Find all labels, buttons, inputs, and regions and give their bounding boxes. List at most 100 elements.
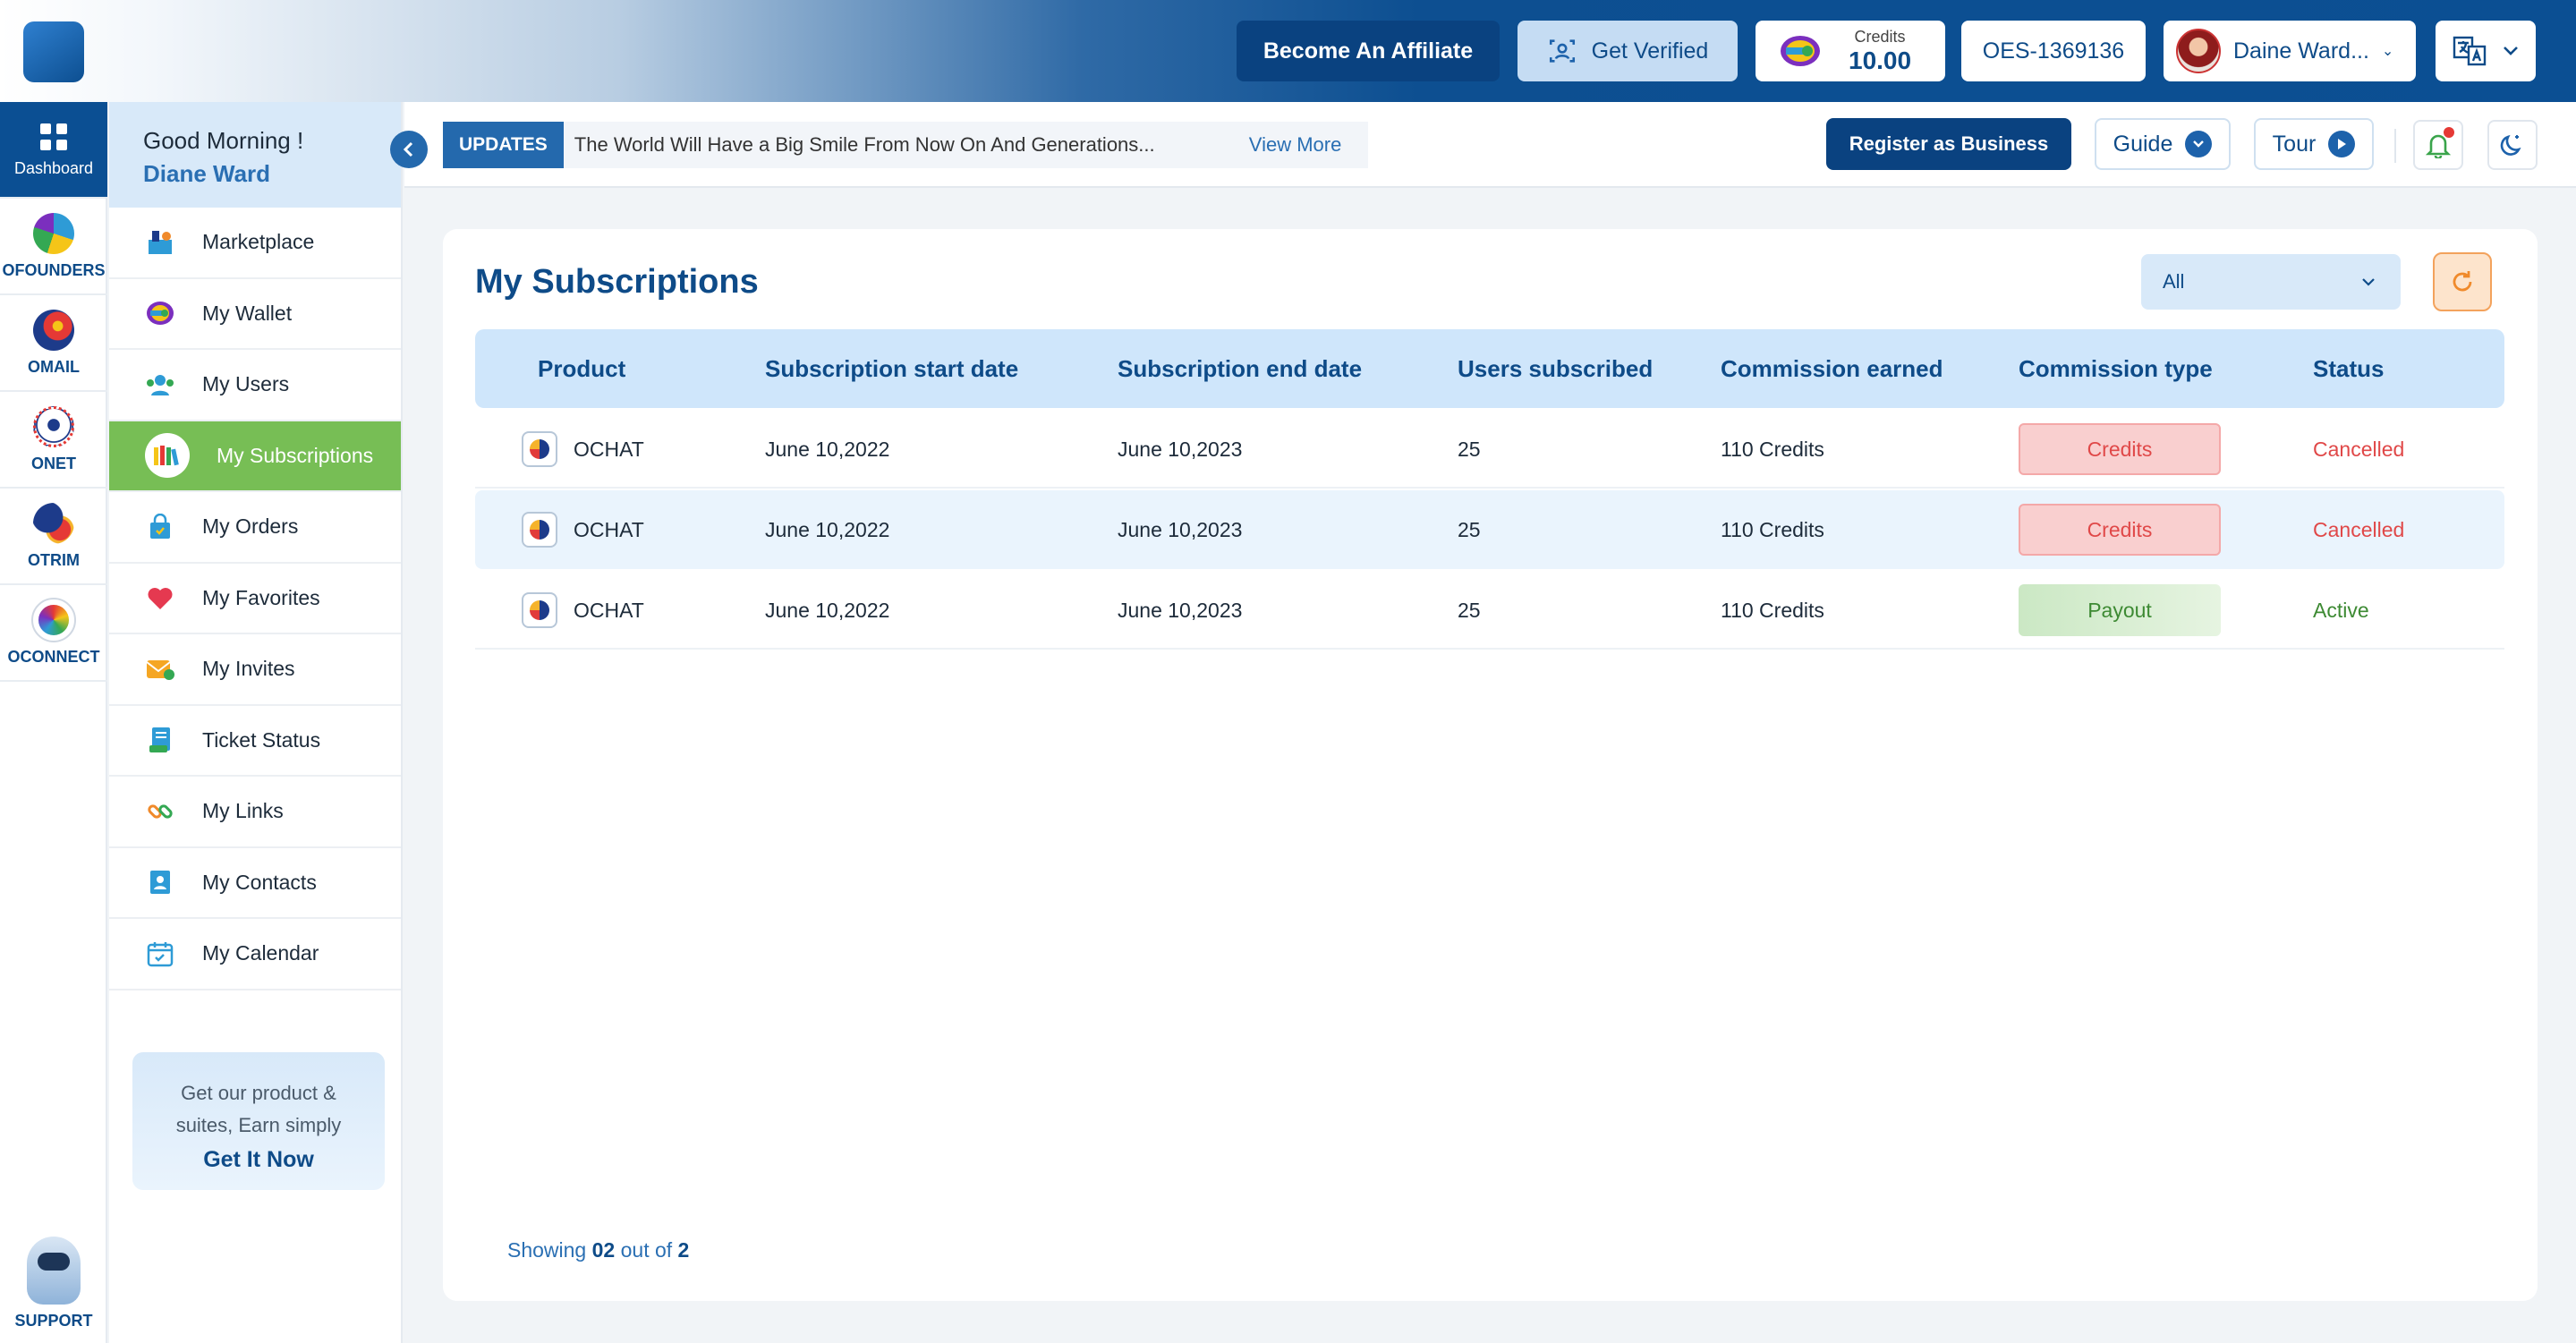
rail-item-onet[interactable]: ONET	[0, 392, 107, 489]
rail-item-oconnect[interactable]: OCONNECT	[0, 585, 107, 682]
sub-header: UPDATES The World Will Have a Big Smile …	[404, 102, 2576, 188]
refresh-button[interactable]	[2433, 252, 2492, 311]
play-icon	[2328, 131, 2356, 157]
sidebar-item-subscriptions[interactable]: My Subscriptions	[109, 421, 401, 492]
verify-user-icon	[1549, 39, 1575, 63]
sidebar-item-label: My Calendar	[202, 941, 319, 965]
get-it-now-link[interactable]: Get It Now	[132, 1147, 385, 1173]
get-verified-button[interactable]: Get Verified	[1518, 21, 1738, 81]
invites-icon	[145, 654, 175, 684]
commission-earned: 110 Credits	[1721, 437, 1824, 461]
showing-mid: out of	[620, 1238, 673, 1262]
sidebar-item-label: My Wallet	[202, 301, 293, 325]
user-menu[interactable]: Daine Ward... ⌄	[2164, 21, 2416, 81]
start-date: June 10,2022	[765, 437, 890, 461]
wallet-icon	[145, 298, 175, 328]
commission-type-badge: Payout	[2019, 584, 2221, 636]
divider	[2394, 129, 2396, 163]
sidebar-item-contacts[interactable]: My Contacts	[109, 848, 401, 919]
sidebar-item-links[interactable]: My Links	[109, 777, 401, 848]
column-header[interactable]: Status	[2313, 329, 2384, 408]
chevron-left-icon	[403, 141, 413, 157]
column-header[interactable]: Subscription start date	[765, 329, 1018, 408]
sidebar-item-label: My Links	[202, 799, 284, 823]
table-row[interactable]: OCHAT June 10,2022 June 10,2023 25 110 C…	[475, 490, 2504, 569]
sidebar-item-users[interactable]: My Users	[109, 350, 401, 421]
sidebar-item-label: My Invites	[202, 657, 295, 681]
register-business-button[interactable]: Register as Business	[1826, 118, 2071, 170]
sidebar-item-label: Marketplace	[202, 230, 315, 254]
contacts-icon	[145, 867, 175, 897]
heart-icon	[145, 582, 175, 613]
sidebar-item-marketplace[interactable]: Marketplace	[109, 208, 401, 279]
promo-card: Get our product & suites, Earn simply Ge…	[132, 1052, 385, 1190]
tour-button[interactable]: Tour	[2254, 118, 2374, 170]
ticket-icon	[145, 725, 175, 755]
rail-label: OCONNECT	[7, 647, 100, 666]
credits-label: Credits	[1854, 27, 1906, 46]
rail-item-dashboard[interactable]: Dashboard	[0, 102, 107, 199]
rail-item-otrim[interactable]: OTRIM	[0, 489, 107, 585]
collapse-sidebar-button[interactable]	[390, 131, 428, 168]
marketplace-icon	[145, 227, 175, 258]
grid-icon	[40, 123, 67, 150]
user-name: Daine Ward...	[2233, 38, 2369, 64]
commission-earned: 110 Credits	[1721, 598, 1824, 622]
rail-label: OMAIL	[28, 357, 80, 376]
status-badge: Cancelled	[2313, 517, 2405, 541]
theme-toggle-button[interactable]	[2487, 120, 2538, 170]
greeting-panel: Good Morning ! Diane Ward	[109, 102, 401, 208]
app-logo[interactable]	[23, 21, 84, 82]
rail-item-omail[interactable]: OMAIL	[0, 295, 107, 392]
guide-button[interactable]: Guide	[2095, 118, 2231, 170]
rail-label: Dashboard	[13, 158, 94, 177]
ochat-icon	[522, 431, 557, 467]
sidebar-item-favorites[interactable]: My Favorites	[109, 564, 401, 634]
tour-label: Tour	[2272, 131, 2317, 157]
showing-count: 02	[591, 1238, 616, 1262]
support-button[interactable]: SUPPORT	[0, 1237, 107, 1330]
chevron-down-icon	[2185, 131, 2213, 157]
table-row[interactable]: OCHAT June 10,2022 June 10,2023 25 110 C…	[475, 410, 2504, 489]
column-header[interactable]: Commission type	[2019, 329, 2213, 408]
commission-type: Credits	[2019, 490, 2221, 569]
notifications-button[interactable]	[2413, 120, 2463, 170]
sidebar-item-orders[interactable]: My Orders	[109, 492, 401, 564]
status-filter-select[interactable]: All	[2141, 254, 2401, 310]
sidebar-item-ticket-status[interactable]: Ticket Status	[109, 706, 401, 777]
showing-total: 2	[677, 1238, 690, 1262]
sidebar-item-invites[interactable]: My Invites	[109, 634, 401, 706]
translate-icon	[2453, 36, 2487, 66]
commission-type: Credits	[2019, 410, 2221, 489]
avatar	[2176, 29, 2221, 73]
end-date: June 10,2023	[1118, 517, 1243, 541]
start-date: June 10,2022	[765, 517, 890, 541]
column-header[interactable]: Product	[538, 329, 625, 408]
refresh-icon	[2453, 271, 2472, 292]
product-cell: OCHAT	[522, 410, 644, 489]
commission-type: Payout	[2019, 571, 2221, 650]
rail-item-ofounders[interactable]: OFOUNDERS	[0, 199, 107, 295]
column-header[interactable]: Subscription end date	[1118, 329, 1362, 408]
view-more-link[interactable]: View More	[1249, 133, 1342, 157]
column-header[interactable]: Commission earned	[1721, 329, 1943, 408]
credits-display[interactable]: Credits 10.00	[1756, 21, 1945, 81]
start-date: June 10,2022	[765, 598, 890, 622]
sidebar-item-calendar[interactable]: My Calendar	[109, 919, 401, 990]
sidebar-item-label: My Users	[202, 372, 290, 396]
end-date: June 10,2023	[1118, 437, 1243, 461]
become-affiliate-button[interactable]: Become An Affiliate	[1237, 21, 1500, 81]
filter-value: All	[2163, 270, 2185, 293]
oconnect-icon	[31, 597, 76, 642]
language-selector[interactable]	[2436, 21, 2536, 81]
sidebar-item-label: My Contacts	[202, 870, 317, 894]
account-id[interactable]: OES-1369136	[1961, 21, 2146, 81]
sidebar-item-wallet[interactable]: My Wallet	[109, 279, 401, 350]
product-cell: OCHAT	[522, 490, 644, 569]
table-row[interactable]: OCHAT June 10,2022 June 10,2023 25 110 C…	[475, 571, 2504, 650]
column-header[interactable]: Users subscribed	[1458, 329, 1653, 408]
page-title: My Subscriptions	[475, 263, 759, 301]
calendar-icon	[145, 939, 175, 969]
product-name: OCHAT	[574, 517, 644, 541]
credits-text: Credits 10.00	[1849, 28, 1911, 75]
